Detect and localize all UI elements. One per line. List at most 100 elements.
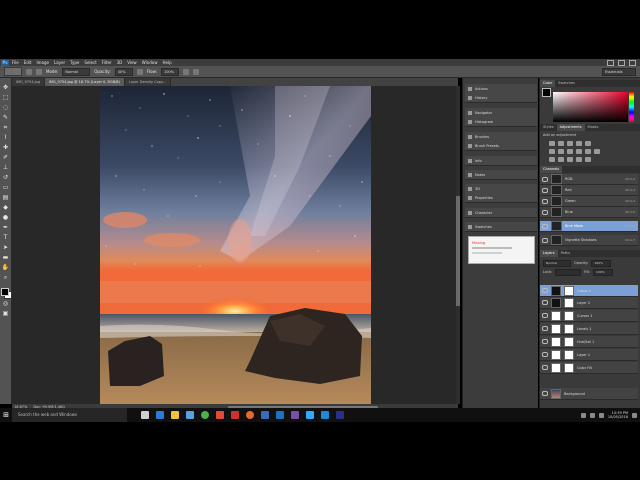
- channel-row[interactable]: Vignette Shadows Ctrl+7: [540, 235, 638, 246]
- color-balance-icon[interactable]: [558, 149, 564, 154]
- edge-browser-icon[interactable]: [156, 411, 164, 419]
- layer-mask-thumbnail[interactable]: [564, 349, 574, 360]
- tab-masks[interactable]: Masks: [585, 124, 602, 131]
- channel-mixer-icon[interactable]: [585, 149, 591, 154]
- layer-row[interactable]: Hue/Sat 1: [540, 336, 638, 348]
- visibility-eye-icon[interactable]: [542, 352, 548, 357]
- tab-swatches[interactable]: Swatches: [555, 80, 578, 87]
- notifications-icon[interactable]: [632, 412, 637, 418]
- firefox-browser-icon[interactable]: [246, 411, 254, 419]
- menu-select[interactable]: Select: [84, 60, 96, 65]
- marquee-tool-icon[interactable]: ⬚: [2, 94, 9, 101]
- chrome-browser-icon[interactable]: [201, 411, 209, 419]
- blur-tool-icon[interactable]: ◆: [2, 204, 9, 211]
- tab-adjustments[interactable]: Adjustments: [556, 124, 585, 131]
- blend-mode-select[interactable]: Normal: [543, 259, 571, 267]
- screen-mode-icon[interactable]: ▣: [2, 310, 9, 317]
- hand-tool-icon[interactable]: ✋: [2, 264, 9, 271]
- dock-navigator[interactable]: Navigator: [465, 108, 537, 117]
- airbrush-icon[interactable]: [182, 68, 189, 75]
- app-red-icon[interactable]: [216, 411, 224, 419]
- photoshop-taskbar-icon[interactable]: [306, 411, 314, 419]
- dock-notes[interactable]: Notes: [465, 170, 537, 179]
- maximize-button[interactable]: [618, 59, 625, 66]
- dock-info[interactable]: Info: [465, 156, 537, 165]
- document-image[interactable]: [100, 86, 371, 404]
- fill-field[interactable]: 100%: [593, 268, 614, 276]
- menu-window[interactable]: Window: [142, 60, 158, 65]
- mode-select[interactable]: Normal: [62, 67, 91, 76]
- move-tool-icon[interactable]: ✥: [2, 84, 9, 91]
- dock-properties[interactable]: Properties: [465, 193, 537, 202]
- taskbar-search-box[interactable]: Search the web and Windows: [12, 408, 127, 422]
- selective-color-icon[interactable]: [585, 157, 591, 162]
- tool-preset-picker[interactable]: [4, 67, 22, 76]
- layer-row[interactable]: Levels 1: [540, 323, 638, 335]
- visibility-eye-icon[interactable]: [542, 365, 548, 370]
- layer-mask-thumbnail[interactable]: [564, 336, 574, 347]
- menu-type[interactable]: Type: [70, 60, 79, 65]
- dock-brush-presets[interactable]: Brush Presets: [465, 141, 537, 150]
- dock-swatches[interactable]: Swatches: [465, 222, 537, 231]
- channel-row[interactable]: Blue Ctrl+5: [540, 207, 638, 218]
- color-panel-foreground-swatch[interactable]: [542, 88, 551, 97]
- zoom-tool-icon[interactable]: ⌕: [2, 274, 9, 281]
- healing-tool-icon[interactable]: ✚: [2, 144, 9, 151]
- invert-icon[interactable]: [549, 157, 555, 162]
- channel-row[interactable]: Green Ctrl+4: [540, 196, 638, 207]
- channel-row-selected[interactable]: Blue Mask Ctrl+6: [540, 221, 638, 232]
- visibility-eye-icon[interactable]: [542, 209, 548, 215]
- dock-brushes[interactable]: Brushes: [465, 132, 537, 141]
- tab-color[interactable]: Color: [540, 80, 556, 87]
- color-picker-field[interactable]: [553, 92, 628, 122]
- clone-stamp-tool-icon[interactable]: ⊥: [2, 164, 9, 171]
- app-blue-2-icon[interactable]: [276, 411, 284, 419]
- visibility-eye-icon[interactable]: [542, 176, 548, 182]
- menu-layer[interactable]: Layer: [54, 60, 65, 65]
- photo-filter-icon[interactable]: [576, 149, 582, 154]
- threshold-icon[interactable]: [567, 157, 573, 162]
- menu-help[interactable]: Help: [162, 60, 171, 65]
- lock-options[interactable]: [555, 268, 582, 276]
- task-view-icon[interactable]: [141, 411, 149, 419]
- layer-row[interactable]: Curves 1: [540, 310, 638, 322]
- crop-tool-icon[interactable]: ⌗: [2, 124, 9, 131]
- dock-character[interactable]: Character: [465, 208, 537, 217]
- layer-row[interactable]: Layer 2: [540, 297, 638, 309]
- shape-tool-icon[interactable]: ▬: [2, 254, 9, 261]
- pressure-opacity-icon[interactable]: [136, 68, 143, 75]
- note-popup[interactable]: Missing: [468, 236, 535, 264]
- history-brush-tool-icon[interactable]: ↺: [2, 174, 9, 181]
- visibility-eye-icon[interactable]: [542, 288, 548, 293]
- minimize-button[interactable]: [607, 59, 614, 66]
- vibrance-icon[interactable]: [585, 141, 591, 146]
- menu-3d[interactable]: 3D: [117, 60, 123, 65]
- black-white-icon[interactable]: [567, 149, 573, 154]
- layer-mask-thumbnail[interactable]: [564, 297, 574, 308]
- lasso-tool-icon[interactable]: ◌: [2, 104, 9, 111]
- menu-image[interactable]: Image: [36, 60, 49, 65]
- exposure-icon[interactable]: [576, 141, 582, 146]
- brightness-contrast-icon[interactable]: [549, 141, 555, 146]
- color-swatches[interactable]: [1, 288, 12, 299]
- hue-saturation-icon[interactable]: [549, 149, 555, 154]
- visibility-eye-icon[interactable]: [542, 223, 548, 229]
- visibility-eye-icon[interactable]: [542, 198, 548, 204]
- dock-histogram[interactable]: Histogram: [465, 117, 537, 126]
- layer-mask-thumbnail[interactable]: [564, 362, 574, 373]
- visibility-eye-icon[interactable]: [542, 339, 548, 344]
- quick-select-tool-icon[interactable]: ✎: [2, 114, 9, 121]
- menu-file[interactable]: File: [12, 60, 19, 65]
- start-button[interactable]: ⊞: [0, 408, 12, 422]
- layer-row-selected[interactable]: Group 1: [540, 285, 638, 297]
- visibility-eye-icon[interactable]: [542, 300, 548, 305]
- close-button[interactable]: [629, 59, 636, 66]
- flow-field[interactable]: 100%: [160, 67, 179, 76]
- foreground-color-swatch[interactable]: [1, 288, 9, 296]
- dock-actions[interactable]: Actions: [465, 84, 537, 93]
- curves-icon[interactable]: [567, 141, 573, 146]
- tab-paths[interactable]: Paths: [558, 250, 574, 257]
- color-lookup-icon[interactable]: [594, 149, 600, 154]
- dock-3d[interactable]: 3D: [465, 184, 537, 193]
- layer-mask-thumbnail[interactable]: [564, 323, 574, 334]
